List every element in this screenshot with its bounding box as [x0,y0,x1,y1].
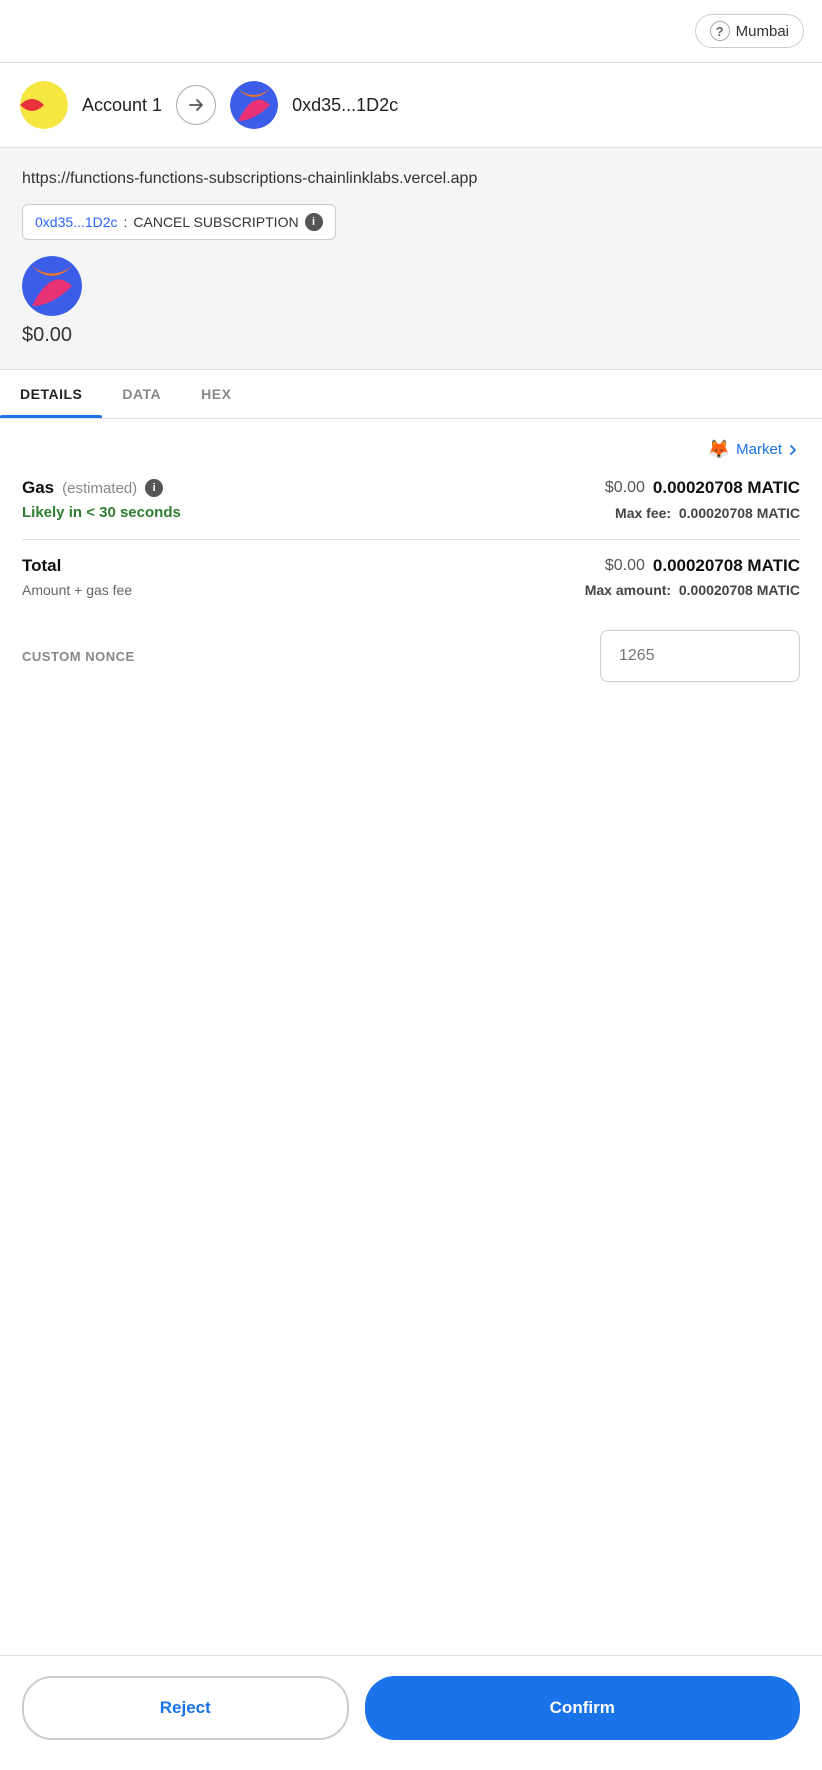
total-value: $0.00 0.00020708 MATIC [605,556,800,576]
gas-info-icon: i [145,479,163,497]
fox-emoji: 🦊 [708,439,730,460]
total-row: Total $0.00 0.00020708 MATIC [22,556,800,576]
nonce-input[interactable] [600,630,800,682]
reject-button[interactable]: Reject [22,1676,349,1740]
arrow-icon [176,85,216,125]
likely-text: Likely in < 30 seconds [22,504,181,521]
market-link[interactable]: Market [736,441,800,458]
account-name: Account 1 [82,95,162,116]
gas-estimated: (estimated) [62,480,137,497]
max-fee-value: 0.00020708 MATIC [679,505,800,521]
market-label: Market [736,441,782,458]
top-bar: ? Mumbai [0,0,822,63]
total-matic: 0.00020708 MATIC [653,556,800,576]
max-fee: Max fee: 0.00020708 MATIC [615,505,800,521]
dest-avatar [230,81,278,129]
account1-avatar [20,81,68,129]
action-address: 0xd35...1D2c [35,214,118,230]
divider [22,539,800,540]
details-section: 🦊 Market Gas (estimated) i $0.00 0.00020… [0,419,822,702]
action-separator: : [124,214,128,230]
amount-gas-label: Amount + gas fee [22,582,132,598]
gas-usd: $0.00 [605,479,645,497]
question-icon: ? [710,21,730,41]
tab-hex[interactable]: HEX [181,370,251,418]
total-label: Total [22,556,61,576]
dest-address: 0xd35...1D2c [292,95,398,116]
network-name: Mumbai [736,23,789,40]
nonce-section: CUSTOM NONCE [22,630,800,682]
gas-matic: 0.00020708 MATIC [653,478,800,498]
network-badge[interactable]: ? Mumbai [695,14,804,48]
site-url: https://functions-functions-subscription… [22,168,800,190]
gas-row: Gas (estimated) i $0.00 0.00020708 MATIC [22,478,800,498]
gas-text: Gas [22,478,54,498]
likely-row: Likely in < 30 seconds Max fee: 0.000207… [22,504,800,521]
gas-value: $0.00 0.00020708 MATIC [605,478,800,498]
amount-gas-row: Amount + gas fee Max amount: 0.00020708 … [22,582,800,598]
max-fee-label: Max fee: [615,505,671,521]
max-amount-value: 0.00020708 MATIC [679,582,800,598]
confirm-button[interactable]: Confirm [365,1676,801,1740]
account-header: Account 1 0xd35...1D2c [0,63,822,148]
action-badge: 0xd35...1D2c : CANCEL SUBSCRIPTION i [22,204,336,240]
amount-display: $0.00 [22,324,800,347]
tab-data[interactable]: DATA [102,370,181,418]
tabs: DETAILS DATA HEX [0,370,822,419]
nonce-label: CUSTOM NONCE [22,649,135,664]
total-usd: $0.00 [605,557,645,575]
gas-label: Gas (estimated) i [22,478,163,498]
max-amount-label: Max amount: [585,582,671,598]
tab-details[interactable]: DETAILS [0,370,102,418]
info-section: https://functions-functions-subscription… [0,148,822,370]
info-icon: i [305,213,323,231]
action-name: CANCEL SUBSCRIPTION [133,214,298,230]
token-avatar [22,256,82,316]
max-amount: Max amount: 0.00020708 MATIC [585,582,800,598]
market-row: 🦊 Market [22,439,800,460]
bottom-bar: Reject Confirm [0,1655,822,1770]
